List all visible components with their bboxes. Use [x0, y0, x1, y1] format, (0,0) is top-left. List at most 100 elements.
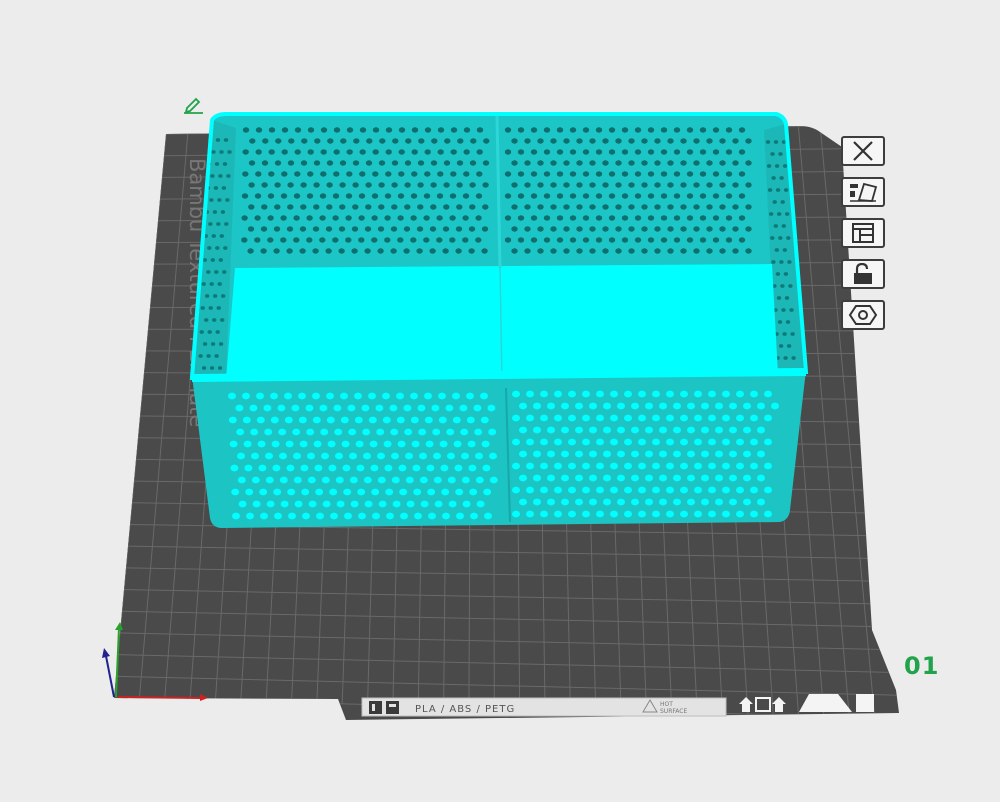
vent-hole [217, 282, 222, 286]
vent-hole [504, 149, 512, 155]
vent-hole [312, 392, 320, 400]
vent-hole [540, 438, 548, 446]
vent-hole [242, 416, 251, 424]
vent-hole [351, 226, 359, 232]
vent-hole [582, 510, 590, 518]
vent-hole [715, 474, 723, 482]
vent-hole [638, 390, 646, 398]
vent-hole [550, 226, 557, 232]
vent-hole [476, 500, 485, 508]
vent-hole [750, 390, 758, 398]
vent-hole [312, 248, 319, 254]
vent-hole [743, 450, 751, 458]
vent-hole [641, 182, 648, 188]
vent-hole [694, 438, 702, 446]
vent-hole [463, 149, 470, 155]
vent-hole [349, 452, 357, 460]
vent-hole [241, 193, 249, 199]
vent-hole [779, 260, 784, 264]
vent-hole [576, 138, 583, 144]
close-plate-button[interactable] [841, 136, 885, 166]
vent-hole [319, 237, 326, 243]
vent-hole [436, 215, 443, 221]
vent-hole [447, 452, 455, 460]
vent-hole [316, 512, 324, 520]
vent-hole [680, 390, 688, 398]
vent-hole [215, 330, 220, 334]
plate-settings-button[interactable] [841, 218, 885, 248]
vent-hole [667, 248, 674, 254]
vent-hole [254, 193, 262, 199]
vent-hole [386, 512, 394, 520]
vent-hole [212, 210, 218, 214]
vent-hole [481, 440, 490, 448]
3d-viewport[interactable]: PLA / ABS / PETG HOT SURFACE Bambu Textu… [0, 0, 1000, 802]
vent-hole [526, 510, 534, 518]
vent-hole [411, 171, 418, 177]
vent-hole [348, 428, 357, 436]
hot-surface-line2: SURFACE [660, 708, 687, 715]
vent-hole [719, 248, 726, 254]
vent-hole [729, 402, 737, 410]
vent-hole [462, 500, 471, 508]
vent-hole [456, 512, 464, 520]
vent-hole [363, 476, 372, 484]
vent-hole [300, 182, 307, 188]
vent-hole [787, 260, 792, 264]
vent-hole [372, 512, 380, 520]
vent-hole [293, 193, 301, 199]
vent-hole [235, 404, 244, 412]
vent-hole [344, 512, 352, 520]
plate-corner-mark-2 [856, 694, 874, 712]
vent-hole [432, 428, 441, 436]
vent-hole [202, 258, 207, 262]
vent-hole [687, 450, 695, 458]
vent-hole [757, 426, 765, 434]
vent-hole [537, 248, 544, 254]
vent-hole [680, 138, 687, 144]
vent-hole [693, 160, 700, 166]
vent-hole [226, 174, 231, 178]
vent-hole [332, 193, 340, 199]
vent-hole [274, 204, 281, 210]
vent-hole [725, 237, 733, 243]
vent-hole [214, 354, 219, 358]
vent-hole [241, 237, 248, 243]
vent-hole [447, 476, 456, 484]
edit-plate-name-icon[interactable] [181, 96, 205, 118]
vent-hole [530, 237, 538, 243]
vent-hole [543, 215, 551, 221]
vent-hole [708, 462, 716, 470]
vent-hole [504, 171, 512, 177]
vent-hole [617, 402, 625, 410]
vent-hole [673, 127, 681, 133]
vent-hole [589, 182, 596, 188]
vent-hole [624, 462, 632, 470]
model-basket[interactable] [189, 112, 809, 528]
arrange-button[interactable] [841, 177, 885, 207]
vent-hole [263, 404, 272, 412]
vent-hole [347, 404, 356, 412]
vent-hole [706, 160, 713, 166]
vent-hole [437, 149, 444, 155]
vent-hole [693, 248, 700, 254]
vent-hole [550, 160, 557, 166]
vent-hole [582, 171, 590, 177]
plate-type-button[interactable] [841, 300, 885, 330]
vent-hole [265, 452, 273, 460]
vent-hole [504, 193, 512, 199]
vent-hole [519, 402, 527, 410]
lock-plate-button[interactable] [841, 259, 885, 289]
vent-hole [660, 149, 668, 155]
vent-hole [221, 186, 227, 190]
vent-hole [537, 182, 544, 188]
vent-hole [390, 428, 399, 436]
vent-hole [358, 512, 366, 520]
vent-hole [274, 160, 282, 166]
vent-hole [547, 498, 555, 506]
vent-hole [524, 138, 531, 144]
vent-hole [340, 416, 349, 424]
vent-hole [405, 452, 413, 460]
vent-hole [729, 474, 737, 482]
vent-hole [563, 138, 570, 144]
